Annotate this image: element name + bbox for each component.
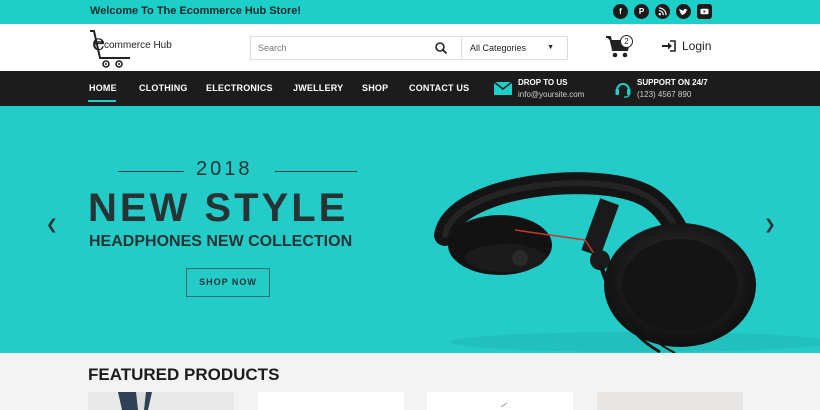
logo-text: commerce Hub <box>104 40 172 51</box>
hero-subtitle: HEADPHONES NEW COLLECTION <box>89 233 353 250</box>
email-contact: DROP TO US info@yoursite.com <box>518 78 584 99</box>
hero-year: 2018 <box>196 158 253 180</box>
email-contact-value[interactable]: info@yoursite.com <box>518 90 584 99</box>
youtube-icon[interactable] <box>697 4 712 19</box>
top-bar: Welcome To The Ecommerce Hub Store! f P <box>0 0 820 24</box>
welcome-text: Welcome To The Ecommerce Hub Store! <box>90 5 302 17</box>
product-image <box>118 392 152 410</box>
shop-now-button[interactable]: SHOP NOW <box>186 268 270 297</box>
hero-title: NEW STYLE <box>88 186 349 230</box>
featured-products-title: FEATURED PRODUCTS <box>88 365 280 384</box>
rss-icon[interactable] <box>655 4 670 19</box>
hero-divider-left <box>118 171 184 172</box>
caret-down-icon: ▼ <box>547 44 554 51</box>
product-card[interactable] <box>597 392 743 410</box>
support-contact: SUPPORT ON 24/7 (123) 4567 890 <box>637 78 708 99</box>
envelope-icon <box>494 82 512 95</box>
category-select-value: All Categories <box>470 43 527 53</box>
facebook-icon[interactable]: f <box>613 4 628 19</box>
category-select[interactable]: All Categories ▼ <box>461 37 568 59</box>
product-card[interactable] <box>258 392 404 410</box>
support-contact-value[interactable]: (123) 4567 890 <box>637 90 708 99</box>
headphones-image <box>434 172 820 353</box>
support-contact-title: SUPPORT ON 24/7 <box>637 78 708 87</box>
nav-item-jwellery[interactable]: JWELLERY <box>293 83 343 93</box>
search-box: All Categories ▼ <box>250 36 568 60</box>
social-links: f P <box>613 4 712 19</box>
email-contact-title: DROP TO US <box>518 78 568 87</box>
nav-item-home[interactable]: HOME <box>89 83 117 93</box>
product-image <box>500 402 508 408</box>
product-card[interactable] <box>88 392 234 410</box>
nav-item-clothing[interactable]: CLOTHING <box>139 83 188 93</box>
login-label: Login <box>682 39 712 53</box>
search-icon[interactable] <box>434 41 448 55</box>
nav-item-electronics[interactable]: ELECTRONICS <box>206 83 273 93</box>
nav-active-indicator <box>88 100 116 102</box>
cart-count-badge: 2 <box>620 35 633 48</box>
nav-item-shop[interactable]: SHOP <box>362 83 388 93</box>
product-card[interactable] <box>427 392 573 410</box>
twitter-icon[interactable] <box>676 4 691 19</box>
login-link[interactable]: Login <box>662 39 711 53</box>
pinterest-icon[interactable]: P <box>634 4 649 19</box>
hero-divider-right <box>275 171 357 172</box>
headset-icon <box>615 83 631 98</box>
sign-in-icon <box>662 40 676 52</box>
site-header: e commerce Hub All Categories ▼ 2 Login <box>0 24 820 71</box>
chevron-left-icon[interactable]: ❮ <box>46 216 58 233</box>
search-input[interactable] <box>251 37 456 59</box>
nav-item-contact-us[interactable]: CONTACT US <box>409 83 469 93</box>
